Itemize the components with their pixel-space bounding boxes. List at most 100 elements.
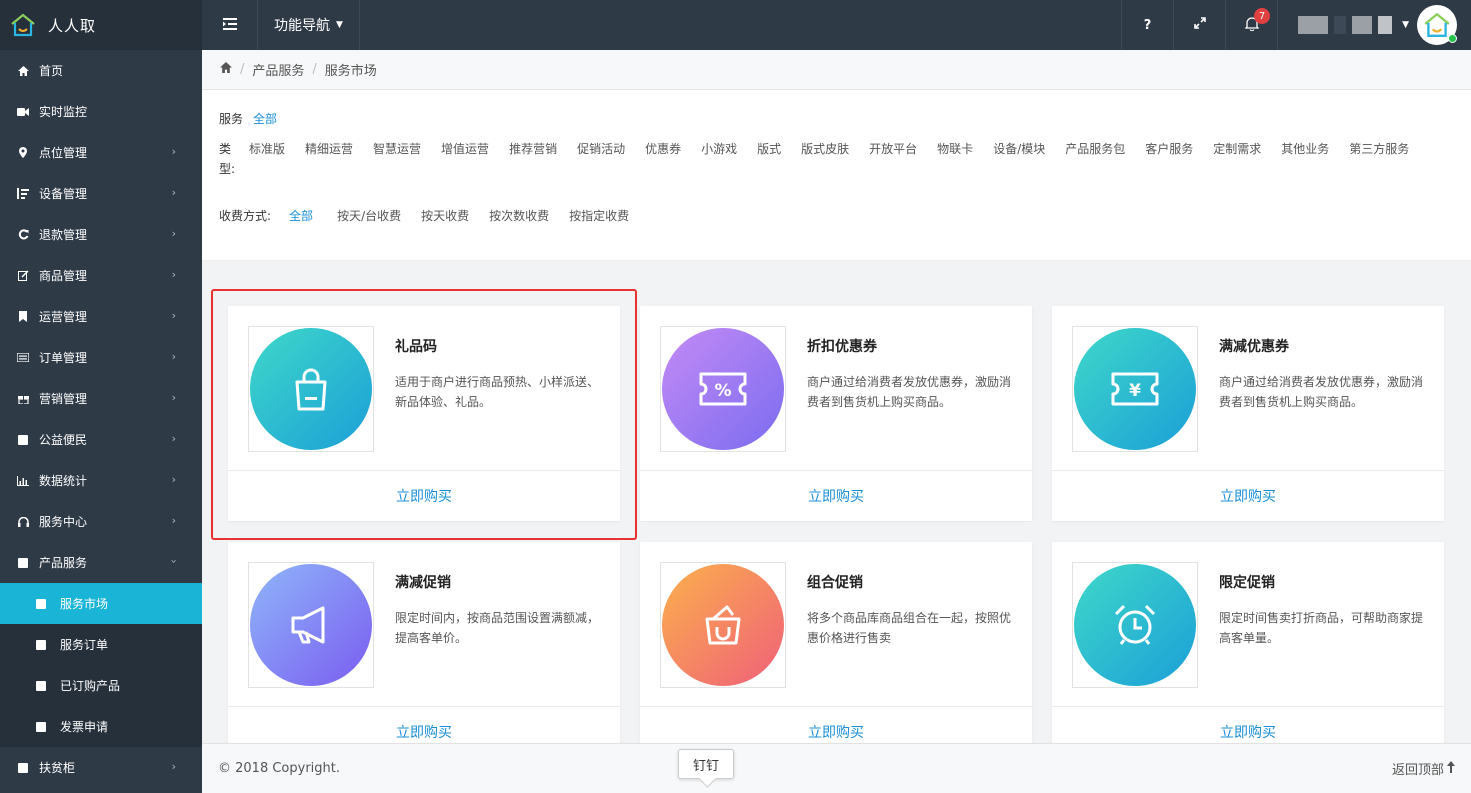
type-filter-option[interactable]: 小游戏: [701, 139, 737, 179]
chevron-right-icon: ›: [171, 432, 176, 445]
type-filter-option[interactable]: 增值运营: [441, 139, 489, 179]
sidebar-subitem-ordered-products[interactable]: 已订购产品: [0, 665, 202, 706]
sidebar-subitem-invoice[interactable]: 发票申请: [0, 706, 202, 747]
avatar[interactable]: [1417, 5, 1457, 45]
sidebar-item-location[interactable]: 点位管理 ›: [0, 132, 202, 173]
service-card[interactable]: 限定促销 限定时间售卖打折商品，可帮助商家提高客单量。 立即购买: [1052, 542, 1444, 743]
sidebar-item-device[interactable]: 设备管理 ›: [0, 173, 202, 214]
chevron-right-icon: ›: [171, 473, 176, 486]
type-filter-option[interactable]: 版式: [757, 139, 781, 179]
video-camera-icon: [16, 107, 30, 116]
brand[interactable]: 人人取: [0, 0, 202, 50]
house-logo-icon: [10, 12, 36, 38]
fee-filter-option[interactable]: 按天收费: [421, 207, 469, 224]
sidebar-item-home[interactable]: 首页: [0, 50, 202, 91]
sidebar-subitem-service-market[interactable]: 服务市场: [0, 583, 202, 624]
sidebar-item-label: 商品管理: [39, 269, 88, 283]
headset-icon: [16, 516, 30, 527]
type-filter-option[interactable]: 第三方服务: [1349, 139, 1409, 179]
type-filter-option[interactable]: 版式皮肤: [801, 139, 849, 179]
notification-button[interactable]: 7: [1225, 0, 1277, 50]
card-desc: 限定时间售卖打折商品，可帮助商家提高客单量。: [1219, 611, 1424, 645]
sidebar-item-label: 设备管理: [39, 187, 88, 201]
service-filter-label: 服务: [219, 112, 244, 126]
sidebar-item-refund[interactable]: 退款管理 ›: [0, 214, 202, 255]
sidebar-subitem-label: 服务订单: [60, 638, 109, 652]
sidebar-subitem-label: 已订购产品: [60, 679, 121, 693]
type-filter-option[interactable]: 推荐营销: [509, 139, 557, 179]
back-to-top-link[interactable]: 返回顶部: [1392, 759, 1455, 778]
buy-now-button[interactable]: 立即购买: [640, 470, 1032, 521]
type-filter-options: 标准版 精细运营 智慧运营 增值运营 推荐营销 促销活动 优惠券 小游戏 版式 版式皮肤 开放平台物…: [249, 139, 1429, 179]
sidebar-item-service-center[interactable]: 服务中心 ›: [0, 501, 202, 542]
buy-now-button[interactable]: 立即购买: [1052, 706, 1444, 743]
sidebar-item-label: 实时监控: [39, 105, 88, 119]
service-card[interactable]: 组合促销 将多个商品库商品组合在一起，按照优惠价格进行售卖 立即购买: [640, 542, 1032, 743]
type-filter-option[interactable]: 定制需求: [1213, 139, 1261, 179]
fee-filter-option[interactable]: 按指定收费: [569, 207, 629, 224]
basket-icon: [662, 564, 784, 686]
sidebar-item-operation[interactable]: 运营管理 ›: [0, 296, 202, 337]
sidebar-item-label: 首页: [39, 64, 64, 78]
type-filter-option[interactable]: 物联卡: [937, 139, 973, 179]
sidebar-item-poverty-cabinet[interactable]: 扶贫柜 ›: [0, 747, 202, 788]
percent-ticket-icon: %: [662, 328, 784, 450]
type-filter-option[interactable]: 精细运营: [305, 139, 353, 179]
type-filter-option[interactable]: 标准版: [249, 139, 285, 179]
type-filter-label: 类型:: [219, 142, 236, 176]
service-card[interactable]: ¥ 满减优惠券 商户通过给消费者发放优惠券，激励消费者到售货机上购买商品。 立即…: [1052, 306, 1444, 521]
alarm-clock-icon: [1074, 564, 1196, 686]
type-filter-option[interactable]: 其他业务: [1281, 139, 1329, 179]
sidebar-item-marketing[interactable]: 营销管理 ›: [0, 378, 202, 419]
card-title: 组合促销: [807, 575, 863, 591]
card-title: 满减促销: [395, 575, 451, 591]
sidebar-item-goods[interactable]: 商品管理 ›: [0, 255, 202, 296]
arrow-up-icon: [1447, 760, 1455, 777]
fee-filter-option[interactable]: 按天/台收费: [337, 207, 401, 224]
sidebar-toggle-button[interactable]: [202, 0, 258, 50]
sidebar-item-product-service[interactable]: 产品服务 ›: [0, 542, 202, 583]
service-filter-all[interactable]: 全部: [253, 110, 277, 127]
buy-now-button[interactable]: 立即购买: [640, 706, 1032, 743]
bar-chart-icon: [16, 475, 30, 486]
buy-now-button[interactable]: 立即购买: [228, 470, 620, 521]
card-image: [660, 562, 786, 688]
type-filter-option[interactable]: 优惠券: [645, 139, 681, 179]
sidebar-item-order[interactable]: 订单管理 ›: [0, 337, 202, 378]
breadcrumb-product-service[interactable]: 产品服务: [252, 60, 304, 79]
type-filter-option[interactable]: 开放平台: [869, 139, 917, 179]
user-menu[interactable]: ▼: [1277, 0, 1471, 50]
service-card[interactable]: 礼品码 适用于商户进行商品预热、小样派送、新品体验、礼品。 立即购买: [228, 306, 620, 521]
card-title: 满减优惠券: [1219, 339, 1289, 355]
sidebar-item-statistics[interactable]: 数据统计 ›: [0, 460, 202, 501]
function-nav-dropdown[interactable]: 功能导航 ▼: [258, 0, 360, 50]
home-icon[interactable]: [220, 62, 232, 77]
fee-filter-option[interactable]: 全部: [289, 207, 313, 224]
redacted-username: [1352, 16, 1373, 34]
help-button[interactable]: ?: [1121, 0, 1173, 50]
buy-now-button[interactable]: 立即购买: [228, 706, 620, 743]
type-filter-option[interactable]: 产品服务包: [1065, 139, 1125, 179]
type-filter-option[interactable]: 促销活动: [577, 139, 625, 179]
square-icon: [36, 598, 46, 609]
type-filter-option[interactable]: 智慧运营: [373, 139, 421, 179]
type-filter-option[interactable]: 客户服务: [1145, 139, 1193, 179]
sidebar-item-public-welfare[interactable]: 公益便民 ›: [0, 419, 202, 460]
card-title: 限定促销: [1219, 575, 1275, 591]
edit-icon: [16, 270, 30, 281]
sidebar-item-monitor[interactable]: 实时监控: [0, 91, 202, 132]
megaphone-icon: [250, 564, 372, 686]
map-pin-icon: [16, 147, 30, 158]
service-card[interactable]: % 折扣优惠券 商户通过给消费者发放优惠券，激励消费者到售货机上购买商品。 立即…: [640, 306, 1032, 521]
buy-now-button[interactable]: 立即购买: [1052, 470, 1444, 521]
fullscreen-button[interactable]: [1173, 0, 1225, 50]
sidebar-item-label: 公益便民: [39, 433, 88, 447]
card-image: [248, 326, 374, 452]
fee-filter-option[interactable]: 按次数收费: [489, 207, 549, 224]
expand-icon: [1193, 17, 1206, 33]
type-filter-option[interactable]: 设备/模块: [993, 139, 1045, 179]
sidebar-subitem-service-order[interactable]: 服务订单: [0, 624, 202, 665]
square-icon: [36, 680, 46, 691]
card-title: 折扣优惠券: [807, 339, 877, 355]
service-card[interactable]: 满减促销 限定时间内，按商品范围设置满额减，提高客单价。 立即购买: [228, 542, 620, 743]
